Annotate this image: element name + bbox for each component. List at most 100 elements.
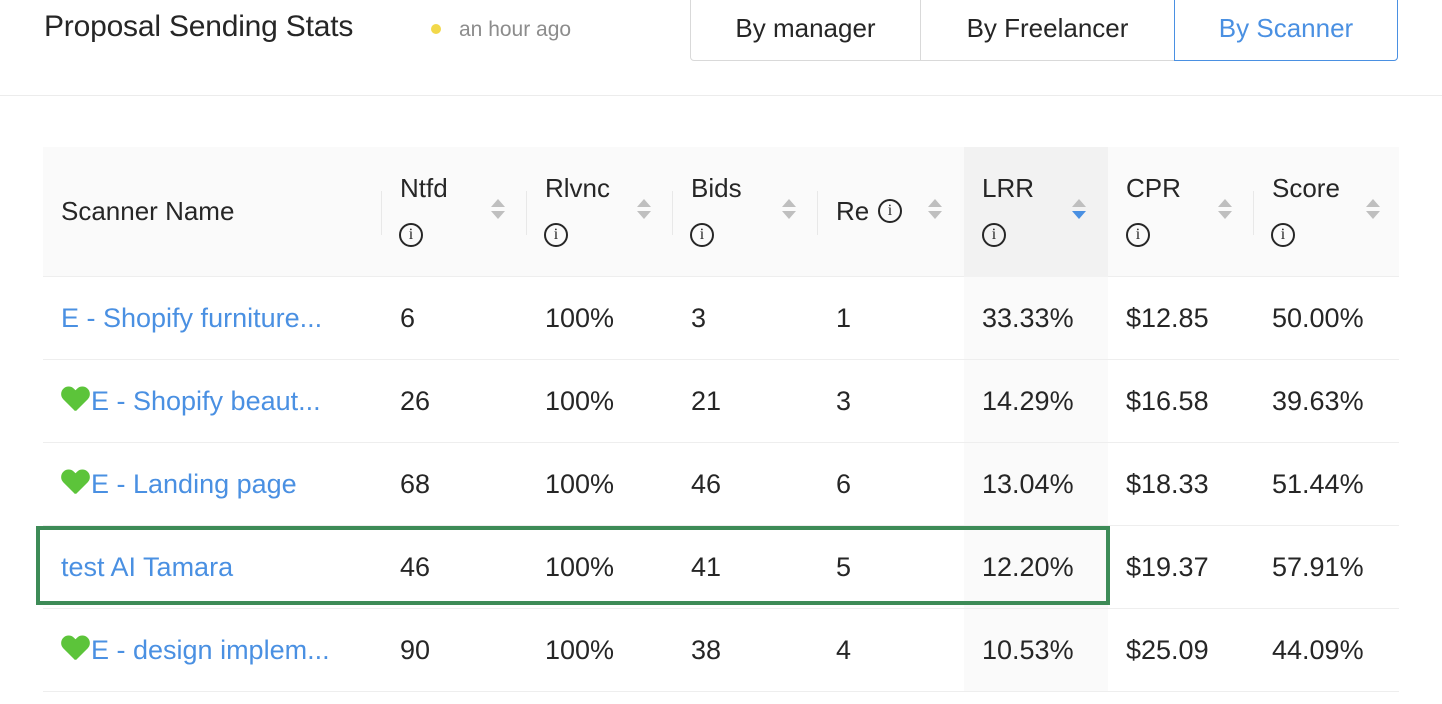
cell-text: 13.04% xyxy=(982,469,1074,499)
cell-text: 51.44% xyxy=(1272,469,1364,499)
cell-text: 6 xyxy=(836,469,852,499)
cell-text: 46 xyxy=(691,469,722,499)
sort-up-icon xyxy=(491,199,505,207)
cell-text: 6 xyxy=(400,303,416,333)
table-header: Scanner Name Ntfd i Rlvnc i Bids i Re i xyxy=(43,147,1399,277)
sort-icon[interactable] xyxy=(928,199,942,225)
green-heart-icon xyxy=(61,470,89,496)
info-icon[interactable]: i xyxy=(878,199,902,223)
column-label: Rlvnc xyxy=(545,173,611,203)
sort-down-icon xyxy=(1218,211,1232,219)
cell-bids: 21 xyxy=(691,360,721,442)
sort-down-icon xyxy=(1366,211,1380,219)
info-icon[interactable]: i xyxy=(1126,223,1150,247)
cell-ntfd: 68 xyxy=(400,443,430,525)
cell-text: 100% xyxy=(545,552,615,582)
cell-text: $16.58 xyxy=(1126,386,1209,416)
cell-text: 100% xyxy=(545,469,615,499)
sort-icon[interactable] xyxy=(1218,199,1232,225)
cell-text: 21 xyxy=(691,386,722,416)
sort-up-icon xyxy=(1366,199,1380,207)
sort-up-icon xyxy=(782,199,796,207)
cell-score: 57.91% xyxy=(1272,526,1364,608)
cell-text: 57.91% xyxy=(1272,552,1364,582)
cell-text: 5 xyxy=(836,552,852,582)
sort-icon[interactable] xyxy=(1072,199,1086,225)
cell-bids: 38 xyxy=(691,609,721,691)
cell-text: E - design implem... xyxy=(91,635,330,665)
column-divider xyxy=(672,191,673,235)
table-row[interactable]: E - Shopify beaut... 26 100% 21 3 14.29% $16.5… xyxy=(43,360,1399,443)
cell-rlvnc: 100% xyxy=(545,360,614,442)
by-manager-button[interactable]: By manager xyxy=(690,0,921,61)
cell-score: 39.63% xyxy=(1272,360,1364,442)
table-row[interactable]: E - Landing page 68 100% 46 6 13.04% $18.33 51.… xyxy=(43,443,1399,526)
cell-text: 100% xyxy=(545,303,615,333)
column-header-ntfd[interactable]: Ntfd i xyxy=(381,147,526,277)
sort-up-icon xyxy=(1072,199,1086,207)
by-freelancer-button[interactable]: By Freelancer xyxy=(921,0,1175,61)
info-icon[interactable]: i xyxy=(399,223,423,247)
scanner-name-link[interactable]: E - Landing page xyxy=(61,443,297,525)
sort-icon[interactable] xyxy=(1366,199,1380,225)
cell-lrr: 12.20% xyxy=(982,526,1074,608)
cell-text: test AI Tamara xyxy=(61,552,234,582)
cell-bids: 3 xyxy=(691,277,706,359)
cell-lrr: 10.53% xyxy=(982,609,1074,691)
table-row[interactable]: E - design implem... 90 100% 38 4 10.53% $25.0… xyxy=(43,609,1399,692)
cell-text: 100% xyxy=(545,635,615,665)
column-header-re[interactable]: Re i xyxy=(817,147,964,277)
scanner-name-link[interactable]: E - Shopify beaut... xyxy=(61,360,321,442)
cell-text: 38 xyxy=(691,635,722,665)
cell-bids: 41 xyxy=(691,526,721,608)
page-header: Proposal Sending Stats an hour ago By ma… xyxy=(0,0,1442,96)
sort-down-icon xyxy=(782,211,796,219)
cell-text: 90 xyxy=(400,635,431,665)
info-icon[interactable]: i xyxy=(982,223,1006,247)
by-scanner-button[interactable]: By Scanner xyxy=(1174,0,1398,61)
info-icon[interactable]: i xyxy=(1271,223,1295,247)
cell-lrr: 13.04% xyxy=(982,443,1074,525)
sort-icon[interactable] xyxy=(491,199,505,225)
scanner-name-link[interactable]: E - Shopify furniture... xyxy=(61,277,322,359)
cell-ntfd: 90 xyxy=(400,609,430,691)
cell-score: 51.44% xyxy=(1272,443,1364,525)
scanner-name-link[interactable]: E - design implem... xyxy=(61,609,330,691)
last-updated: an hour ago xyxy=(459,18,572,41)
column-header-cpr[interactable]: CPR i xyxy=(1108,147,1253,277)
cell-rlvnc: 100% xyxy=(545,277,614,359)
cell-rlvnc: 100% xyxy=(545,609,614,691)
column-header-rlvnc[interactable]: Rlvnc i xyxy=(526,147,672,277)
cell-text: 4 xyxy=(836,635,852,665)
column-label: Score xyxy=(1272,173,1340,203)
cell-cpr: $25.09 xyxy=(1126,609,1209,691)
column-header-lrr[interactable]: LRR i xyxy=(964,147,1108,277)
cell-rlvnc: 100% xyxy=(545,443,614,525)
cell-text: 10.53% xyxy=(982,635,1074,665)
sort-down-icon xyxy=(1072,211,1086,219)
sort-up-icon xyxy=(637,199,651,207)
scanner-stats-table: Scanner Name Ntfd i Rlvnc i Bids i Re i xyxy=(43,147,1399,692)
table-row[interactable]: E - Shopify furniture... 6 100% 3 1 33.33% $12… xyxy=(43,277,1399,360)
info-icon[interactable]: i xyxy=(544,223,568,247)
cell-score: 50.00% xyxy=(1272,277,1364,359)
cell-text: 33.33% xyxy=(982,303,1074,333)
cell-ntfd: 26 xyxy=(400,360,430,442)
column-label: LRR xyxy=(982,173,1035,203)
column-divider xyxy=(817,191,818,235)
cell-re: 3 xyxy=(836,360,851,442)
sort-icon[interactable] xyxy=(782,199,796,225)
column-header-bids[interactable]: Bids i xyxy=(672,147,817,277)
info-icon[interactable]: i xyxy=(690,223,714,247)
column-header-score[interactable]: Score i xyxy=(1253,147,1399,277)
scanner-name-link[interactable]: test AI Tamara xyxy=(61,526,233,608)
green-heart-icon xyxy=(61,387,89,413)
sort-down-icon xyxy=(637,211,651,219)
column-label: Re xyxy=(836,196,870,226)
cell-text: 12.20% xyxy=(982,552,1074,582)
cell-text: 14.29% xyxy=(982,386,1074,416)
table-body: E - Shopify furniture... 6 100% 3 1 33.33% $12… xyxy=(43,277,1399,692)
table-row[interactable]: test AI Tamara 46 100% 41 5 12.20% $19.37 57.91… xyxy=(43,526,1399,609)
sort-icon[interactable] xyxy=(637,199,651,225)
column-divider xyxy=(381,191,382,235)
